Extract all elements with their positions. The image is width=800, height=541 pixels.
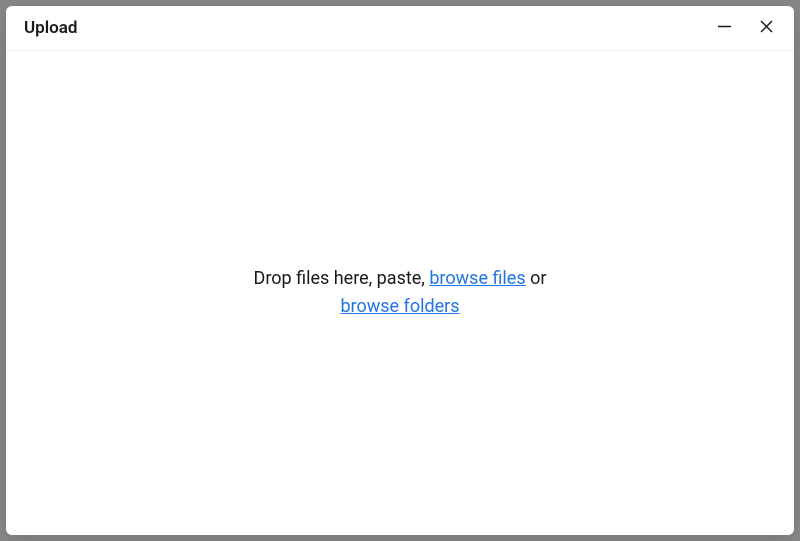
- drop-text-middle: or: [526, 268, 547, 289]
- upload-modal: Upload Drop files here, pa: [6, 6, 794, 535]
- modal-header: Upload: [6, 6, 794, 51]
- drop-zone-text: Drop files here, paste, browse files or …: [254, 265, 547, 321]
- browse-files-link[interactable]: browse files: [429, 268, 525, 289]
- modal-controls: [714, 18, 776, 38]
- close-button[interactable]: [756, 18, 776, 38]
- modal-body[interactable]: Drop files here, paste, browse files or …: [6, 51, 794, 535]
- close-icon: [759, 19, 774, 37]
- browse-folders-link[interactable]: browse folders: [340, 296, 459, 317]
- minimize-button[interactable]: [714, 18, 734, 38]
- drop-text-prefix: Drop files here, paste,: [254, 268, 430, 289]
- modal-title: Upload: [24, 18, 77, 38]
- minimize-icon: [717, 19, 732, 37]
